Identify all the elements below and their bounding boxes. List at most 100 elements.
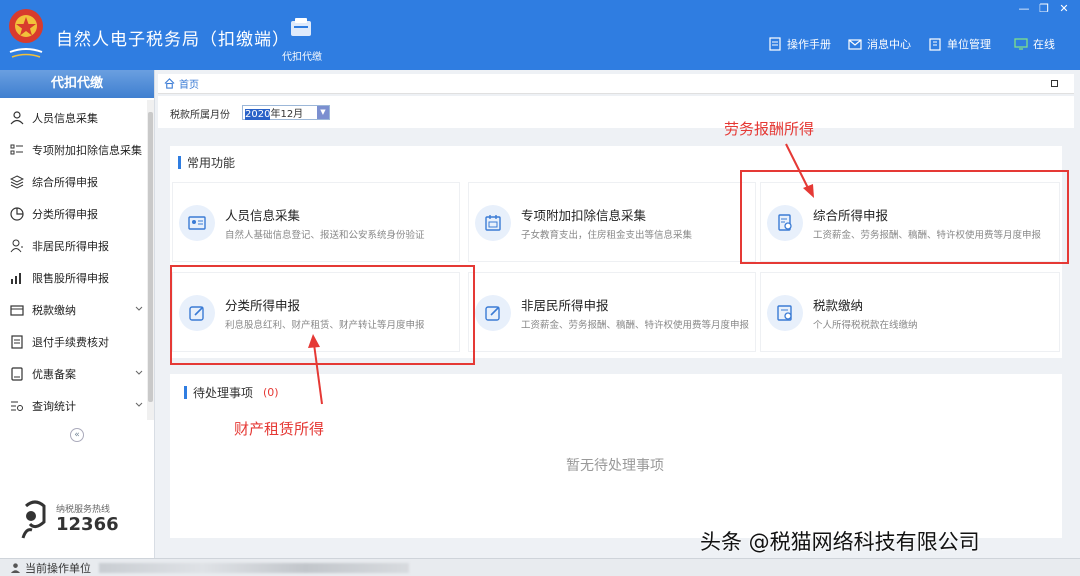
hotline-block: 纳税服务热线 12366	[18, 500, 138, 544]
sidebar-item-special-deduction[interactable]: 专项附加扣除信息采集	[0, 136, 146, 164]
watermark-text: 头条 @税猫网络科技有限公司	[700, 526, 980, 556]
manual-label: 操作手册	[787, 36, 831, 52]
card-title: 人员信息采集	[225, 205, 300, 224]
document-icon	[10, 367, 24, 381]
collapse-sidebar-button[interactable]: «	[70, 428, 84, 442]
tax-month-select[interactable]: 2020年12月 ▼	[242, 105, 330, 120]
pending-empty-message: 暂无待处理事项	[566, 455, 664, 475]
restore-icon[interactable]: ❐	[1038, 2, 1050, 15]
module-label[interactable]: 代扣代缴	[282, 48, 322, 63]
manual-icon	[768, 37, 782, 51]
sidebar-item-query[interactable]: 查询统计	[0, 392, 146, 420]
unit-mgmt-label: 单位管理	[947, 36, 991, 52]
search-list-icon	[10, 399, 24, 413]
sidebar-item-label: 综合所得申报	[32, 174, 98, 190]
current-unit-label: 当前操作单位	[25, 560, 91, 576]
edit-icon	[484, 304, 502, 322]
sidebar-item-label: 专项附加扣除信息采集	[32, 142, 142, 158]
close-icon[interactable]: ✕	[1058, 2, 1070, 15]
card-personnel-info[interactable]: 人员信息采集 自然人基础信息登记、报送和公安系统身份验证	[172, 182, 460, 262]
messages-button[interactable]: 消息中心	[848, 36, 911, 52]
sidebar-item-label: 人员信息采集	[32, 110, 98, 126]
card-special-deduction[interactable]: 专项附加扣除信息采集 子女教育支出，住房租金支出等信息采集	[468, 182, 756, 262]
withholding-module-icon[interactable]	[290, 18, 312, 38]
person-icon	[10, 111, 24, 125]
pending-count: (0)	[263, 386, 279, 399]
annotation-labor-income: 劳务报酬所得	[724, 118, 814, 139]
pending-title: 待处理事项 (0)	[184, 384, 279, 401]
scrollbar-thumb[interactable]	[148, 112, 153, 402]
sidebar-item-tax-payment[interactable]: 税款缴纳	[0, 296, 146, 324]
arrow-icon	[300, 332, 330, 408]
dropdown-arrow-icon[interactable]: ▼	[317, 106, 329, 119]
unit-mgmt-button[interactable]: 单位管理	[928, 36, 991, 52]
sidebar-scrollbar[interactable]	[147, 100, 154, 420]
status-bar: 当前操作单位	[0, 558, 1080, 576]
sidebar-item-label: 非居民所得申报	[32, 238, 109, 254]
online-label: 在线	[1033, 36, 1055, 52]
card-title: 税款缴纳	[813, 295, 863, 314]
user-icon	[10, 562, 21, 573]
chevron-down-icon[interactable]	[134, 400, 144, 410]
card-nonresident-income[interactable]: 非居民所得申报 工资薪金、劳务报酬、稿酬、特许权使用费等月度申报	[468, 272, 756, 352]
pie-icon	[10, 207, 24, 221]
annotation-rental-income: 财产租赁所得	[234, 418, 324, 439]
sidebar-item-label: 查询统计	[32, 398, 76, 414]
id-card-icon	[188, 214, 206, 232]
sidebar-item-refund-fee[interactable]: 退付手续费核对	[0, 328, 146, 356]
wallet-icon	[10, 303, 24, 317]
card-title: 非居民所得申报	[521, 295, 609, 314]
person-foreign-icon	[10, 239, 24, 253]
building-icon	[928, 37, 942, 51]
sidebar-item-comprehensive[interactable]: 综合所得申报	[0, 168, 146, 196]
online-status[interactable]: 在线	[1014, 36, 1055, 52]
arrow-icon	[780, 140, 820, 200]
common-functions-title: 常用功能	[178, 154, 235, 171]
card-desc: 工资薪金、劳务报酬、稿酬、特许权使用费等月度申报	[521, 317, 749, 331]
card-desc: 个人所得税税款在线缴纳	[813, 317, 918, 331]
headset-icon	[18, 500, 52, 540]
sidebar-item-label: 优惠备案	[32, 366, 76, 382]
minimize-icon[interactable]: —	[1018, 2, 1030, 15]
sidebar-item-label: 分类所得申报	[32, 206, 98, 222]
card-title: 专项附加扣除信息采集	[521, 205, 646, 224]
month-year-selected: 2020	[245, 109, 270, 120]
calendar-tax-icon	[484, 214, 502, 232]
payment-icon	[776, 304, 794, 322]
hotline-number: 12366	[56, 514, 119, 535]
tax-emblem-icon	[6, 6, 46, 62]
sidebar-item-preferential[interactable]: 优惠备案	[0, 360, 146, 388]
sidebar-item-label: 税款缴纳	[32, 302, 76, 318]
breadcrumb-home[interactable]: 首页	[179, 76, 199, 91]
sidebar-item-classified[interactable]: 分类所得申报	[0, 200, 146, 228]
filter-bar: 税款所属月份 2020年12月 ▼	[158, 96, 1074, 128]
sidebar: 代扣代缴 人员信息采集 专项附加扣除信息采集 综合所得申报 分类所得申报 非居民…	[0, 70, 155, 558]
app-title: 自然人电子税务局（扣缴端）	[56, 25, 290, 50]
breadcrumb: 首页	[158, 74, 1074, 94]
mail-icon	[848, 37, 862, 51]
messages-label: 消息中心	[867, 36, 911, 52]
manual-button[interactable]: 操作手册	[768, 36, 831, 52]
sidebar-item-personnel[interactable]: 人员信息采集	[0, 104, 146, 132]
card-desc: 子女教育支出，住房租金支出等信息采集	[521, 227, 692, 241]
sidebar-title: 代扣代缴	[0, 70, 154, 98]
sidebar-item-nonresident[interactable]: 非居民所得申报	[0, 232, 146, 260]
redacted-unit-name	[99, 563, 409, 573]
layers-icon	[10, 175, 24, 189]
chevron-down-icon[interactable]	[134, 304, 144, 314]
monitor-icon	[1014, 37, 1028, 51]
chevron-down-icon[interactable]	[134, 368, 144, 378]
home-icon[interactable]	[164, 78, 175, 89]
sidebar-item-label: 限售股所得申报	[32, 270, 109, 286]
card-desc: 自然人基础信息登记、报送和公安系统身份验证	[225, 227, 425, 241]
list-icon	[10, 143, 24, 157]
card-tax-payment[interactable]: 税款缴纳 个人所得税税款在线缴纳	[760, 272, 1060, 352]
bar-chart-icon	[10, 271, 24, 285]
tax-month-label: 税款所属月份	[170, 106, 230, 121]
maximize-panel-icon[interactable]	[1051, 80, 1058, 87]
title-bar: 自然人电子税务局（扣缴端） 代扣代缴 操作手册 消息中心 单位管理 在线 — ❐…	[0, 0, 1080, 70]
sidebar-item-label: 退付手续费核对	[32, 334, 109, 350]
sidebar-item-restricted-stock[interactable]: 限售股所得申报	[0, 264, 146, 292]
month-rest: 年12月	[270, 109, 303, 120]
window-controls: — ❐ ✕	[1018, 2, 1070, 15]
